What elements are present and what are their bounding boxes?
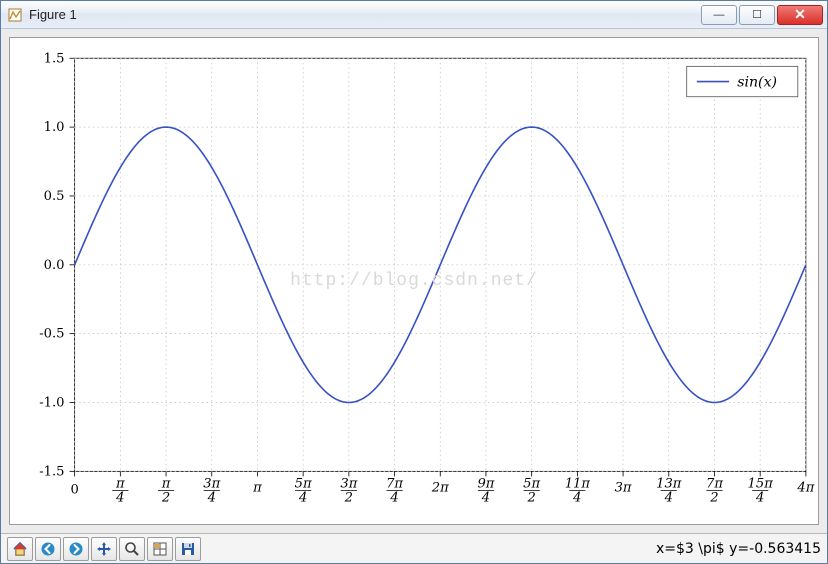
svg-text:5π: 5π bbox=[295, 477, 312, 492]
svg-text:π: π bbox=[115, 477, 125, 492]
home-button[interactable] bbox=[7, 537, 33, 561]
svg-text:π: π bbox=[161, 477, 171, 492]
svg-text:13π: 13π bbox=[656, 477, 682, 492]
svg-text:2: 2 bbox=[526, 491, 535, 506]
titlebar[interactable]: Figure 1 — ☐ ✕ bbox=[1, 1, 827, 29]
svg-text:2: 2 bbox=[344, 491, 353, 506]
svg-text:9π: 9π bbox=[477, 477, 494, 492]
configure-subplots-button[interactable] bbox=[147, 537, 173, 561]
forward-button[interactable] bbox=[63, 537, 89, 561]
statusbar: x=$3 \pi$ y=-0.563415 bbox=[1, 533, 827, 563]
minimize-button[interactable]: — bbox=[701, 5, 737, 25]
close-button[interactable]: ✕ bbox=[777, 5, 823, 25]
svg-text:11π: 11π bbox=[565, 477, 591, 492]
svg-text:0: 0 bbox=[70, 483, 78, 498]
svg-text:3π: 3π bbox=[203, 477, 220, 492]
figure-window: Figure 1 — ☐ ✕ -1.5 -1.0 -0.5 0.0 0.5 1.0 1.5 0… bbox=[0, 0, 828, 564]
svg-text:7π: 7π bbox=[386, 477, 403, 492]
save-button[interactable] bbox=[175, 537, 201, 561]
svg-text:-0.5: -0.5 bbox=[39, 327, 64, 342]
svg-text:4: 4 bbox=[389, 491, 398, 506]
svg-text:4: 4 bbox=[664, 491, 673, 506]
svg-text:3π: 3π bbox=[340, 477, 357, 492]
svg-text:0.0: 0.0 bbox=[44, 258, 65, 273]
back-button[interactable] bbox=[35, 537, 61, 561]
svg-text:0.5: 0.5 bbox=[44, 189, 65, 204]
svg-text:sin(x): sin(x) bbox=[737, 75, 777, 91]
svg-text:7π: 7π bbox=[706, 477, 723, 492]
svg-text:1.5: 1.5 bbox=[44, 51, 65, 66]
svg-text:4π: 4π bbox=[796, 481, 814, 496]
client-area: -1.5-1.0-0.50.00.51.01.50π4π23π4π5π43π27… bbox=[1, 29, 827, 533]
svg-text:4: 4 bbox=[481, 491, 490, 506]
svg-text:-1.0: -1.0 bbox=[39, 396, 64, 411]
app-icon bbox=[7, 7, 23, 23]
svg-text:4: 4 bbox=[572, 491, 581, 506]
svg-text:2π: 2π bbox=[431, 481, 449, 496]
svg-text:15π: 15π bbox=[748, 477, 774, 492]
cursor-coordinates: x=$3 \pi$ y=-0.563415 bbox=[656, 541, 821, 557]
svg-text:-1.5: -1.5 bbox=[39, 464, 64, 479]
pan-button[interactable] bbox=[91, 537, 117, 561]
svg-text:2: 2 bbox=[709, 491, 718, 506]
svg-text:5π: 5π bbox=[523, 477, 540, 492]
zoom-button[interactable] bbox=[119, 537, 145, 561]
svg-text:4: 4 bbox=[207, 491, 216, 506]
svg-text:π: π bbox=[252, 481, 262, 496]
maximize-button[interactable]: ☐ bbox=[739, 5, 775, 25]
svg-text:4: 4 bbox=[115, 491, 124, 506]
svg-text:4: 4 bbox=[755, 491, 764, 506]
window-title: Figure 1 bbox=[29, 7, 699, 22]
svg-text:3π: 3π bbox=[615, 481, 632, 496]
svg-text:2: 2 bbox=[161, 491, 170, 506]
svg-text:1.0: 1.0 bbox=[44, 120, 65, 135]
navigation-toolbar bbox=[7, 537, 201, 561]
svg-text:4: 4 bbox=[298, 491, 307, 506]
plot-canvas[interactable]: -1.5-1.0-0.50.00.51.01.50π4π23π4π5π43π27… bbox=[9, 37, 819, 525]
